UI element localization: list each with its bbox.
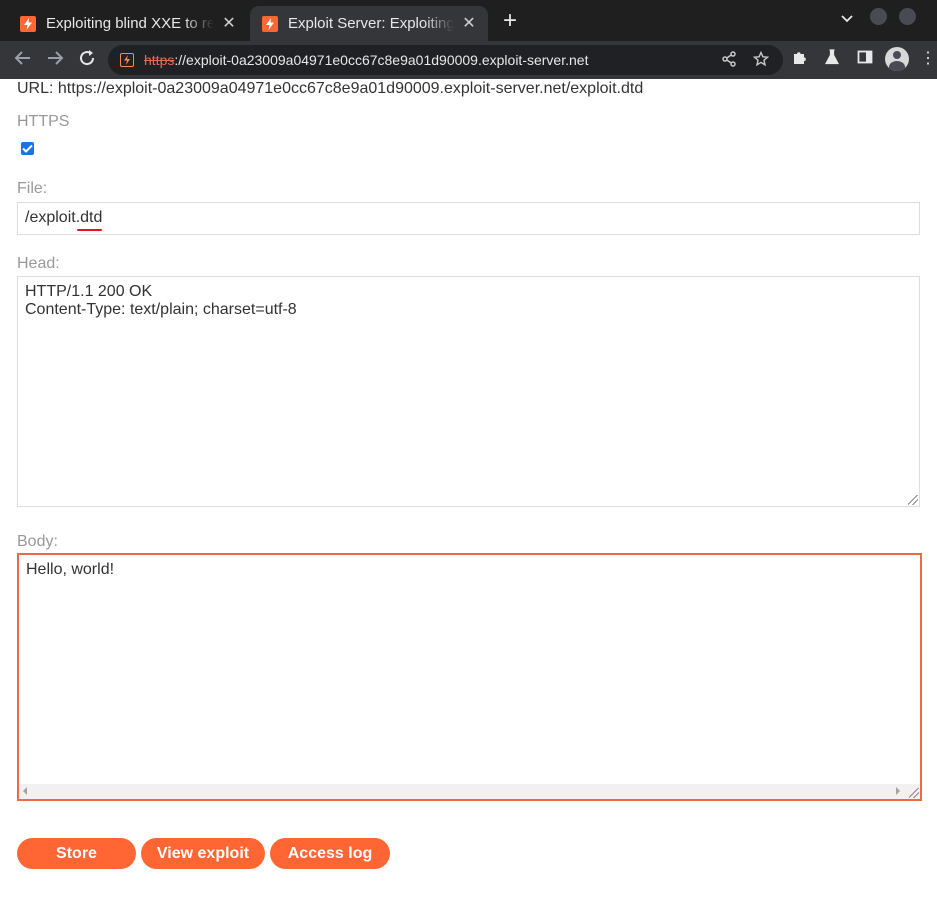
maximize-button[interactable] (899, 8, 916, 25)
side-panel-icon[interactable] (855, 49, 875, 69)
browser-tab-bar: Exploiting blind XXE to retrieve data vi… (0, 0, 937, 41)
file-value-prefix: /exploit. (25, 209, 81, 226)
https-label: HTTPS (17, 113, 70, 130)
plus-icon[interactable]: + (498, 9, 522, 34)
spellcheck-underlined-word: dtd (77, 209, 103, 231)
tab-title: Exploiting blind XXE to retrieve data vi… (46, 15, 214, 32)
scroll-right-icon[interactable] (896, 787, 900, 795)
address-bar[interactable]: https ://exploit-0a23009a04971e0cc67c8e9… (108, 45, 783, 75)
file-input[interactable]: /exploit.dtd (17, 202, 920, 235)
back-arrow-icon[interactable] (12, 49, 34, 71)
flask-icon[interactable] (822, 49, 842, 69)
access-log-button[interactable]: Access log (270, 838, 390, 869)
reload-icon[interactable] (76, 49, 98, 71)
forward-arrow-icon[interactable] (44, 49, 66, 71)
horizontal-scrollbar[interactable] (19, 784, 920, 799)
chevron-down-icon[interactable] (838, 12, 856, 30)
body-label: Body: (17, 533, 58, 550)
body-textarea[interactable]: Hello, world! (17, 553, 922, 801)
kebab-menu-icon[interactable]: ⋮ (920, 49, 936, 69)
minimize-button[interactable] (870, 8, 887, 25)
star-icon[interactable] (752, 50, 770, 69)
avatar-icon[interactable] (885, 47, 909, 71)
head-line: Content-Type: text/plain; charset=utf-8 (25, 301, 297, 318)
browser-tab-active[interactable]: Exploit Server: Exploiting blind XXE to … (250, 6, 488, 41)
not-secure-icon[interactable] (120, 53, 134, 67)
scroll-left-icon[interactable] (23, 787, 27, 795)
lightning-favicon-icon (262, 15, 278, 32)
body-text: Hello, world! (26, 561, 115, 578)
store-button[interactable]: Store (17, 838, 136, 869)
head-textarea[interactable]: HTTP/1.1 200 OK Content-Type: text/plain… (17, 276, 920, 507)
lightning-favicon-icon (20, 15, 36, 32)
exploit-server-form: URL: https://exploit-0a23009a04971e0cc67… (0, 79, 937, 897)
file-label: File: (17, 180, 48, 197)
resize-handle-icon[interactable] (908, 495, 918, 505)
https-checkbox[interactable] (21, 142, 34, 155)
head-label: Head: (17, 255, 60, 272)
share-icon[interactable] (720, 51, 738, 69)
browser-tab[interactable]: Exploiting blind XXE to retrieve data vi… (8, 6, 248, 41)
close-icon[interactable]: ✕ (460, 15, 478, 33)
puzzle-icon[interactable] (790, 49, 810, 69)
close-icon[interactable]: ✕ (220, 15, 238, 33)
view-exploit-button[interactable]: View exploit (141, 838, 265, 869)
exploit-url-text: URL: https://exploit-0a23009a04971e0cc67… (17, 80, 644, 97)
url-scheme: https (144, 52, 175, 68)
resize-handle-icon[interactable] (909, 788, 919, 798)
url-host: ://exploit-0a23009a04971e0cc67c8e9a01d90… (174, 52, 589, 68)
head-line: HTTP/1.1 200 OK (25, 283, 153, 300)
tab-title: Exploit Server: Exploiting blind XXE to … (288, 15, 454, 32)
